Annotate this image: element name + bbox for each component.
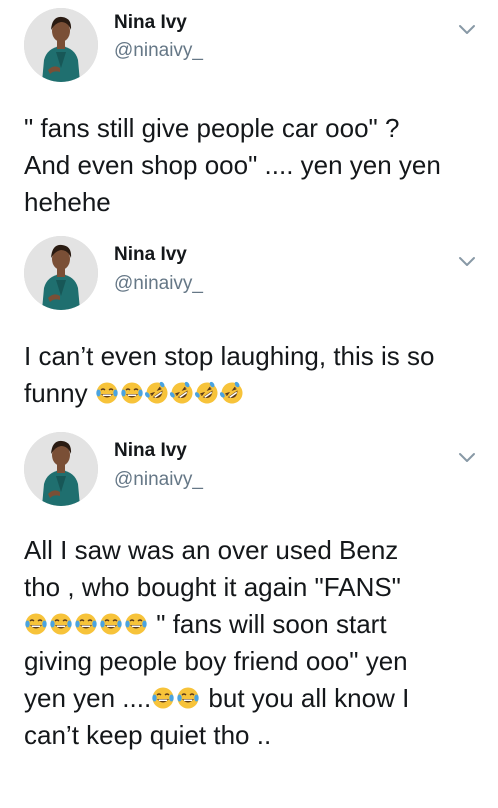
tweet-text-fragment: yen yen .... [24,683,152,713]
tweet-text: I can’t even stop laughing, this is so f… [24,338,486,412]
chevron-down-icon[interactable] [458,452,476,464]
tears-of-joy-icon [74,612,98,636]
tweet-text-line: I can’t even stop laughing, this is so [24,341,435,371]
avatar-photo-icon [24,236,98,310]
tweet-text-line: can’t keep quiet tho .. [24,720,272,750]
tweet-text-line: yen yen .... but you all know I [24,680,486,717]
tweet-text-line: giving people boy friend ooo" yen [24,646,408,676]
avatar-photo-icon [24,8,98,82]
tweet-text: All I saw was an over used Benz tho , wh… [24,532,486,754]
tears-of-joy-icon [124,612,148,636]
tweet-text-line: " fans still give people car ooo" ? [24,113,400,143]
tweet-text-line: hehehe [24,187,111,217]
avatar[interactable] [24,236,98,310]
tears-of-joy-icon [99,612,123,636]
tears-of-joy-icon [49,612,73,636]
tears-of-joy-icon [24,612,48,636]
rofl-icon [195,381,219,405]
author-name[interactable]: Nina Ivy [114,244,187,266]
author-name[interactable]: Nina Ivy [114,12,187,34]
tears-of-joy-icon [151,686,175,710]
tweet-text-line: funny [24,375,486,412]
chevron-down-icon[interactable] [458,256,476,268]
avatar[interactable] [24,8,98,82]
tweet-text-line: tho , who bought it again "FANS" [24,572,401,602]
tweet-text-line: And even shop ooo" .... yen yen yen [24,150,441,180]
tweet-text-line: " fans will soon start [24,606,486,643]
tweet-text-fragment: funny [24,378,88,408]
tweet-text-line: All I saw was an over used Benz [24,535,399,565]
author-handle[interactable]: @ninaivy_ [114,273,203,295]
tears-of-joy-icon [176,686,200,710]
avatar-photo-icon [24,432,98,506]
rofl-icon [145,381,169,405]
tweet-text-fragment: " fans will soon start [156,609,387,639]
tweet-text-fragment: but you all know I [208,683,410,713]
rofl-icon [220,381,244,405]
author-handle[interactable]: @ninaivy_ [114,469,203,491]
tears-of-joy-icon [95,381,119,405]
avatar[interactable] [24,432,98,506]
author-handle[interactable]: @ninaivy_ [114,40,203,62]
author-name[interactable]: Nina Ivy [114,440,187,462]
chevron-down-icon[interactable] [458,24,476,36]
tears-of-joy-icon [120,381,144,405]
rofl-icon [170,381,194,405]
tweet-text: " fans still give people car ooo" ? And … [24,110,486,221]
